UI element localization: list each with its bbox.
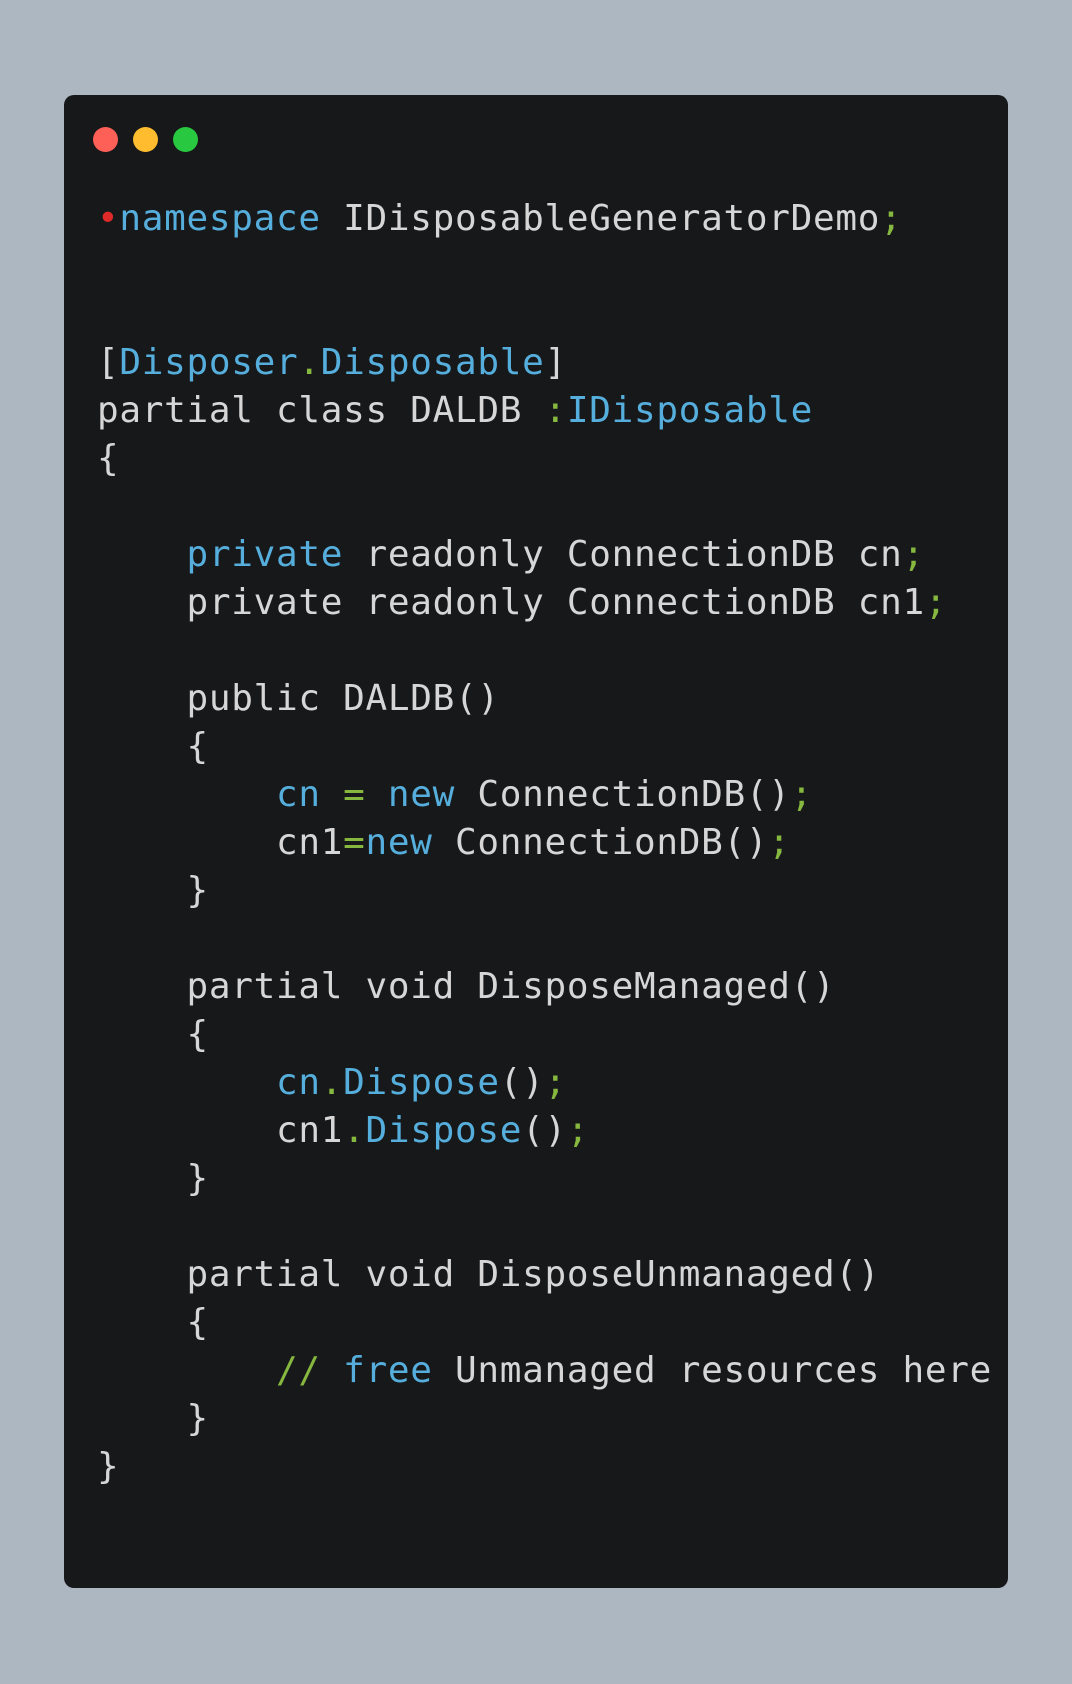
code-line: cn1=new ConnectionDB(); [97,819,992,867]
code-token: Disposable [320,342,545,383]
code-token: ; [880,198,903,239]
code-line: // free Unmanaged resources here [97,1347,992,1395]
code-line: public DALDB() [97,675,992,723]
code-line: [Disposer.Disposable] [97,339,992,387]
code-token: () [499,1062,545,1103]
code-token: partial class DALDB [97,390,545,431]
code-line: { [97,1011,992,1059]
code-token: } [97,1158,209,1199]
code-token: = [343,822,366,863]
code-token: partial void DisposeManaged() [97,966,836,1007]
code-block: •namespace IDisposableGeneratorDemo; [Di… [97,195,992,1491]
code-token: ; [902,534,925,575]
code-line: cn = new ConnectionDB(); [97,771,992,819]
code-token: private readonly ConnectionDB cn1 [97,582,925,623]
code-line: cn1.Dispose(); [97,1107,992,1155]
code-token: new [387,774,455,815]
window-controls [93,127,198,152]
code-line: { [97,723,992,771]
code-token: } [97,870,209,911]
code-line: partial class DALDB :IDisposable [97,387,992,435]
code-line: } [97,1395,992,1443]
code-line: } [97,1443,992,1491]
code-line: cn.Dispose(); [97,1059,992,1107]
code-token: namespace [119,198,321,239]
breakpoint-marker: • [97,198,120,239]
code-token: ; [566,1110,590,1151]
code-token: Dispose [343,1062,500,1103]
code-token: Unmanaged resources here [432,1350,992,1391]
maximize-dot-icon[interactable] [173,127,198,152]
code-token: () [522,1110,567,1151]
code-line: partial void DisposeManaged() [97,963,992,1011]
code-token: // [276,1350,321,1391]
code-token: private [186,534,344,575]
code-token: ; [924,582,948,623]
code-token: ConnectionDB() [455,774,791,815]
code-line: partial void DisposeUnmanaged() [97,1251,992,1299]
code-line: private readonly ConnectionDB cn1; [97,579,992,627]
code-token: [ [97,342,120,383]
close-dot-icon[interactable] [93,127,118,152]
code-line: } [97,867,992,915]
code-line: •namespace IDisposableGeneratorDemo; [97,195,992,243]
minimize-dot-icon[interactable] [133,127,158,152]
code-token: IDisposableGeneratorDemo [320,198,881,239]
code-token: free [343,1350,433,1391]
code-token: new [365,822,433,863]
code-token: . [298,342,321,383]
code-token: ] [544,342,567,383]
code-token: . [343,1110,366,1151]
code-token: { [97,1014,209,1055]
code-token: } [97,1398,209,1439]
code-token: readonly ConnectionDB cn [343,534,903,575]
code-token: IDisposable [566,390,813,431]
code-token: ; [544,1062,567,1103]
code-token: cn [276,1062,321,1103]
code-token: : [544,390,567,431]
code-line: } [97,1155,992,1203]
code-token: partial void DisposeUnmanaged() [97,1254,881,1295]
code-token: { [97,726,209,767]
code-token: public DALDB() [97,678,500,719]
code-token: ; [790,774,813,815]
code-token: { [97,438,120,479]
code-line: { [97,1299,992,1347]
code-token: cn1 [97,822,344,863]
code-token: { [97,1302,209,1343]
code-token: = [343,774,366,815]
code-token: ; [768,822,791,863]
code-token: cn [276,774,321,815]
code-token: Disposer [119,342,299,383]
code-token: cn1 [97,1110,344,1151]
code-window: •namespace IDisposableGeneratorDemo; [Di… [64,95,1008,1588]
code-token: } [97,1446,120,1487]
code-line: { [97,435,992,483]
code-token: ConnectionDB() [432,822,769,863]
code-token: . [320,1062,344,1103]
code-token: Dispose [365,1110,523,1151]
code-line: private readonly ConnectionDB cn; [97,531,992,579]
